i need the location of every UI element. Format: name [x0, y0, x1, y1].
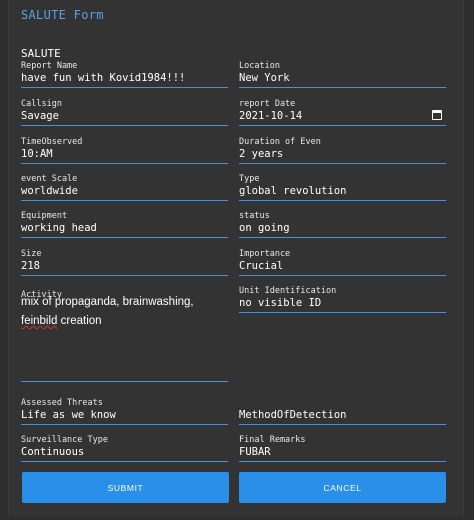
event-scale-input[interactable]: worldwide	[21, 184, 228, 200]
size-underline	[21, 275, 228, 276]
report-name-field[interactable]: Report Name have fun with Kovid1984!!!	[21, 61, 228, 88]
location-underline	[239, 87, 446, 88]
report-date-field[interactable]: report Date 2021-10-14	[239, 99, 446, 126]
final-remarks-field[interactable]: Final Remarks FUBAR	[239, 435, 446, 462]
activity-text-end: creation	[57, 315, 102, 327]
activity-textarea[interactable]: mix of propaganda, brainwashing, feinbil…	[21, 293, 228, 331]
event-scale-field[interactable]: event Scale worldwide	[21, 174, 228, 201]
report-name-input[interactable]: have fun with Kovid1984!!!	[21, 71, 228, 87]
equipment-underline	[21, 237, 228, 238]
report-date-underline	[239, 125, 446, 126]
surveillance-type-input[interactable]: Continuous	[21, 445, 228, 461]
status-field[interactable]: status on going	[239, 211, 446, 238]
activity-misspelled-word: feinbild	[21, 315, 58, 327]
report-name-underline	[21, 87, 228, 88]
callsign-label: Callsign	[21, 99, 62, 109]
cancel-button[interactable]: CANCEL	[239, 472, 446, 503]
equipment-label: Equipment	[21, 211, 68, 221]
time-observed-underline	[21, 163, 228, 164]
assessed-threats-input[interactable]: Life as we know	[21, 408, 228, 424]
type-field[interactable]: Type global revolution	[239, 174, 446, 201]
duration-underline	[239, 163, 446, 164]
form-title: SALUTE Form	[21, 8, 104, 22]
status-input[interactable]: on going	[239, 221, 446, 237]
report-name-label: Report Name	[21, 61, 78, 71]
form-name: SALUTE	[21, 47, 61, 60]
submit-button[interactable]: SUBMIT	[22, 472, 229, 503]
time-observed-field[interactable]: TimeObserved 10:AM	[21, 137, 228, 164]
assessed-threats-underline	[21, 424, 228, 425]
method-of-detection-field[interactable]: MethodOfDetection	[239, 408, 446, 425]
callsign-field[interactable]: Callsign Savage	[21, 99, 228, 126]
assessed-threats-field[interactable]: Assessed Threats Life as we know	[21, 398, 228, 425]
importance-input[interactable]: Crucial	[239, 259, 446, 275]
calendar-icon[interactable]	[432, 110, 442, 120]
duration-input[interactable]: 2 years	[239, 147, 446, 163]
importance-underline	[239, 275, 446, 276]
final-remarks-input[interactable]: FUBAR	[239, 445, 446, 461]
activity-text-start: mix of propaganda, brainwashing,	[21, 296, 194, 308]
status-label: status	[239, 211, 270, 221]
type-input[interactable]: global revolution	[239, 184, 446, 200]
report-date-input[interactable]: 2021-10-14	[239, 109, 446, 125]
activity-field[interactable]: Activity mix of propaganda, brainwashing…	[21, 290, 228, 382]
duration-field[interactable]: Duration of Even 2 years	[239, 137, 446, 164]
time-observed-label: TimeObserved	[21, 137, 83, 147]
callsign-input[interactable]: Savage	[21, 109, 228, 125]
importance-field[interactable]: Importance Crucial	[239, 249, 446, 276]
callsign-underline	[21, 125, 228, 126]
assessed-threats-label: Assessed Threats	[21, 398, 103, 408]
location-label: Location	[239, 61, 280, 71]
location-field[interactable]: Location New York	[239, 61, 446, 88]
type-underline	[239, 200, 446, 201]
final-remarks-label: Final Remarks	[239, 435, 306, 445]
equipment-field[interactable]: Equipment working head	[21, 211, 228, 238]
size-field[interactable]: Size 218	[21, 249, 228, 276]
status-underline	[239, 237, 446, 238]
unit-id-label: Unit Identification	[239, 286, 337, 296]
size-label: Size	[21, 249, 42, 259]
event-scale-label: event Scale	[21, 174, 78, 184]
importance-label: Importance	[239, 249, 291, 259]
unit-id-field[interactable]: Unit Identification no visible ID	[239, 286, 446, 313]
unit-id-input[interactable]: no visible ID	[239, 296, 446, 312]
method-of-detection-placeholder[interactable]: MethodOfDetection	[239, 408, 446, 424]
unit-id-underline	[239, 312, 446, 313]
type-label: Type	[239, 174, 260, 184]
duration-label: Duration of Even	[239, 137, 321, 147]
final-remarks-underline	[239, 461, 446, 462]
event-scale-underline	[21, 200, 228, 201]
location-input[interactable]: New York	[239, 71, 446, 87]
activity-underline	[21, 381, 228, 382]
method-of-detection-underline	[239, 424, 446, 425]
time-observed-input[interactable]: 10:AM	[21, 147, 228, 163]
equipment-input[interactable]: working head	[21, 221, 228, 237]
size-input[interactable]: 218	[21, 259, 228, 275]
surveillance-type-field[interactable]: Surveillance Type Continuous	[21, 435, 228, 462]
surveillance-type-label: Surveillance Type	[21, 435, 108, 445]
report-date-label: report Date	[239, 99, 296, 109]
surveillance-type-underline	[21, 461, 228, 462]
